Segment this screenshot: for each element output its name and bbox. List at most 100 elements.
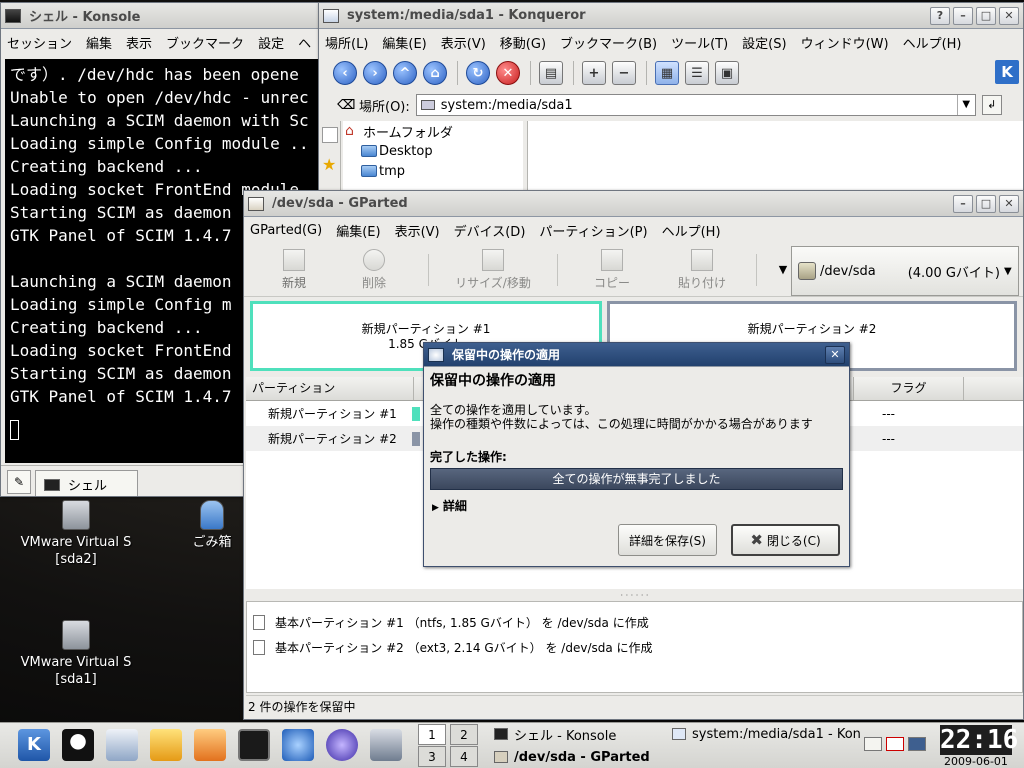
sidebar-tab-page-icon[interactable] <box>322 127 338 143</box>
display-icon[interactable] <box>908 737 926 751</box>
gparted-app-icon <box>248 196 264 211</box>
save-details-button[interactable]: 詳細を保存(S) <box>618 524 717 556</box>
pager-desktop-2[interactable]: 2 <box>450 724 478 745</box>
column-header-partition[interactable]: パーティション <box>246 377 414 400</box>
close-icon[interactable]: ✕ <box>999 194 1019 213</box>
menu-partition[interactable]: パーティション(P) <box>539 221 647 240</box>
apply-operations-dialog[interactable]: 保留中の操作の適用 ✕ 保留中の操作の適用 全ての操作を適用しています。 操作の… <box>423 342 850 567</box>
konqueror-window[interactable]: system:/media/sda1 - Konqueror ? – □ ✕ 場… <box>318 2 1024 202</box>
menu-view[interactable]: 表示(V) <box>441 33 486 52</box>
menu-bookmarks[interactable]: ブックマーク(B) <box>560 33 657 52</box>
new-document-icon <box>283 248 305 271</box>
home-icon[interactable] <box>194 729 226 761</box>
menu-edit[interactable]: 編集(E) <box>382 33 426 52</box>
menu-edit[interactable]: 編集 <box>86 33 112 52</box>
image-view-icon[interactable]: ▣ <box>715 61 739 85</box>
input-method-icon[interactable] <box>886 737 904 751</box>
pager-desktop-3[interactable]: 3 <box>418 746 446 767</box>
menu-help[interactable]: ヘ <box>298 33 311 52</box>
go-icon[interactable]: ↲ <box>981 95 1002 115</box>
help-icon[interactable]: ? <box>930 6 950 25</box>
menu-settings[interactable]: 設定 <box>258 33 284 52</box>
icon-view-icon[interactable]: ▦ <box>655 61 679 85</box>
menu-location[interactable]: 場所(L) <box>325 33 368 52</box>
clear-location-icon[interactable]: ⌫ <box>337 98 355 113</box>
kde-menu-icon[interactable]: K <box>18 729 50 761</box>
penguin-icon[interactable] <box>62 729 94 761</box>
location-input[interactable]: system:/media/sda1 ▼ <box>415 94 976 116</box>
list-item[interactable]: 基本パーティション #1 （ntfs, 1.85 Gバイト） を /dev/sd… <box>247 610 1022 635</box>
menu-settings[interactable]: 設定(S) <box>742 33 786 52</box>
konqueror-titlebar[interactable]: system:/media/sda1 - Konqueror ? – □ ✕ <box>319 3 1023 29</box>
task-konsole[interactable]: シェル - Konsole <box>494 723 616 745</box>
pager-desktop-1[interactable]: 1 <box>418 724 446 745</box>
menu-edit[interactable]: 編集(E) <box>336 221 380 240</box>
browser-icon[interactable] <box>326 729 358 761</box>
close-icon[interactable]: ✕ <box>999 6 1019 25</box>
stop-icon[interactable]: ✕ <box>496 61 520 85</box>
paste-button[interactable]: 貼り付け <box>662 248 742 291</box>
menu-go[interactable]: 移動(G) <box>500 33 546 52</box>
minimize-icon[interactable]: – <box>953 6 973 25</box>
menu-session[interactable]: セッション <box>7 33 72 52</box>
menu-bookmarks[interactable]: ブックマーク <box>166 33 244 52</box>
zoom-out-icon[interactable]: − <box>612 61 636 85</box>
menu-window[interactable]: ウィンドウ(W) <box>801 33 889 52</box>
menu-help[interactable]: ヘルプ(H) <box>662 221 721 240</box>
device-selector[interactable]: /dev/sda (4.00 Gバイト) ▼ <box>791 246 1019 296</box>
delete-partition-button[interactable]: 削除 <box>334 248 414 291</box>
chevron-down-icon[interactable]: ▼ <box>956 95 975 115</box>
print-icon[interactable]: ▤ <box>539 61 563 85</box>
detail-view-icon[interactable]: ☰ <box>685 61 709 85</box>
desktop-icon-sda1[interactable]: VMware Virtual S [sda1] <box>6 620 146 688</box>
close-button[interactable]: ✖ 閉じる(C) <box>731 524 840 556</box>
menu-view[interactable]: 表示 <box>126 33 152 52</box>
home-icon[interactable]: ⌂ <box>423 61 447 85</box>
task-konqueror[interactable]: system:/media/sda1 - Kon <box>672 723 861 745</box>
trash-icon <box>200 500 224 530</box>
column-header-flags[interactable]: フラグ <box>854 377 964 400</box>
gparted-titlebar[interactable]: /dev/sda - GParted – □ ✕ <box>244 191 1023 217</box>
new-partition-button[interactable]: 新規 <box>254 248 334 291</box>
pane-resize-handle[interactable]: · · · · · · <box>246 592 1023 601</box>
maximize-icon[interactable]: □ <box>976 6 996 25</box>
copy-button[interactable]: コピー <box>572 248 652 291</box>
tree-item-desktop[interactable]: Desktop <box>343 141 523 161</box>
location-value: system:/media/sda1 <box>440 97 573 113</box>
task-gparted[interactable]: /dev/sda - GParted <box>494 746 650 768</box>
control-center-icon[interactable] <box>150 729 182 761</box>
back-arrow-icon[interactable]: ‹ <box>333 61 357 85</box>
up-arrow-icon[interactable]: ^ <box>393 61 417 85</box>
forward-arrow-icon[interactable]: › <box>363 61 387 85</box>
minimize-icon[interactable]: – <box>953 194 973 213</box>
menu-gparted[interactable]: GParted(G) <box>250 223 322 238</box>
toolbar-separator <box>530 61 531 85</box>
menu-help[interactable]: ヘルプ(H) <box>903 33 962 52</box>
konsole-titlebar[interactable]: シェル - Konsole <box>1 3 321 29</box>
list-item[interactable]: 基本パーティション #2 （ext3, 2.14 Gバイト） を /dev/sd… <box>247 635 1022 660</box>
keyboard-icon[interactable] <box>864 737 882 751</box>
konsole-tab-shell[interactable]: シェル <box>35 470 139 496</box>
zoom-in-icon[interactable]: + <box>582 61 606 85</box>
reload-icon[interactable]: ↻ <box>466 61 490 85</box>
star-icon[interactable]: ★ <box>322 157 338 173</box>
details-expander[interactable]: ▶ 詳細 <box>432 497 467 514</box>
tree-item-home[interactable]: ⌂ ホームフォルダ <box>343 121 523 141</box>
dialog-titlebar[interactable]: 保留中の操作の適用 ✕ <box>424 343 849 367</box>
maximize-icon[interactable]: □ <box>976 194 996 213</box>
konqueror-icon[interactable] <box>282 729 314 761</box>
close-icon[interactable]: ✕ <box>825 345 845 364</box>
terminal-icon[interactable] <box>238 729 270 761</box>
resize-move-button[interactable]: リサイズ/移動 <box>443 248 543 291</box>
tree-item-tmp[interactable]: tmp <box>343 161 523 181</box>
window-list-icon[interactable] <box>106 729 138 761</box>
office-icon[interactable] <box>370 729 402 761</box>
menu-view[interactable]: 表示(V) <box>395 221 440 240</box>
desktop-icon-sda2[interactable]: VMware Virtual S [sda2] <box>6 500 146 568</box>
pager-desktop-4[interactable]: 4 <box>450 746 478 767</box>
menu-device[interactable]: デバイス(D) <box>454 221 526 240</box>
menu-tools[interactable]: ツール(T) <box>671 33 728 52</box>
new-tab-icon[interactable]: ✎ <box>7 470 31 494</box>
desktop-icon-label: VMware Virtual S <box>20 535 132 550</box>
clock-time[interactable]: 22:16 <box>940 725 1018 755</box>
